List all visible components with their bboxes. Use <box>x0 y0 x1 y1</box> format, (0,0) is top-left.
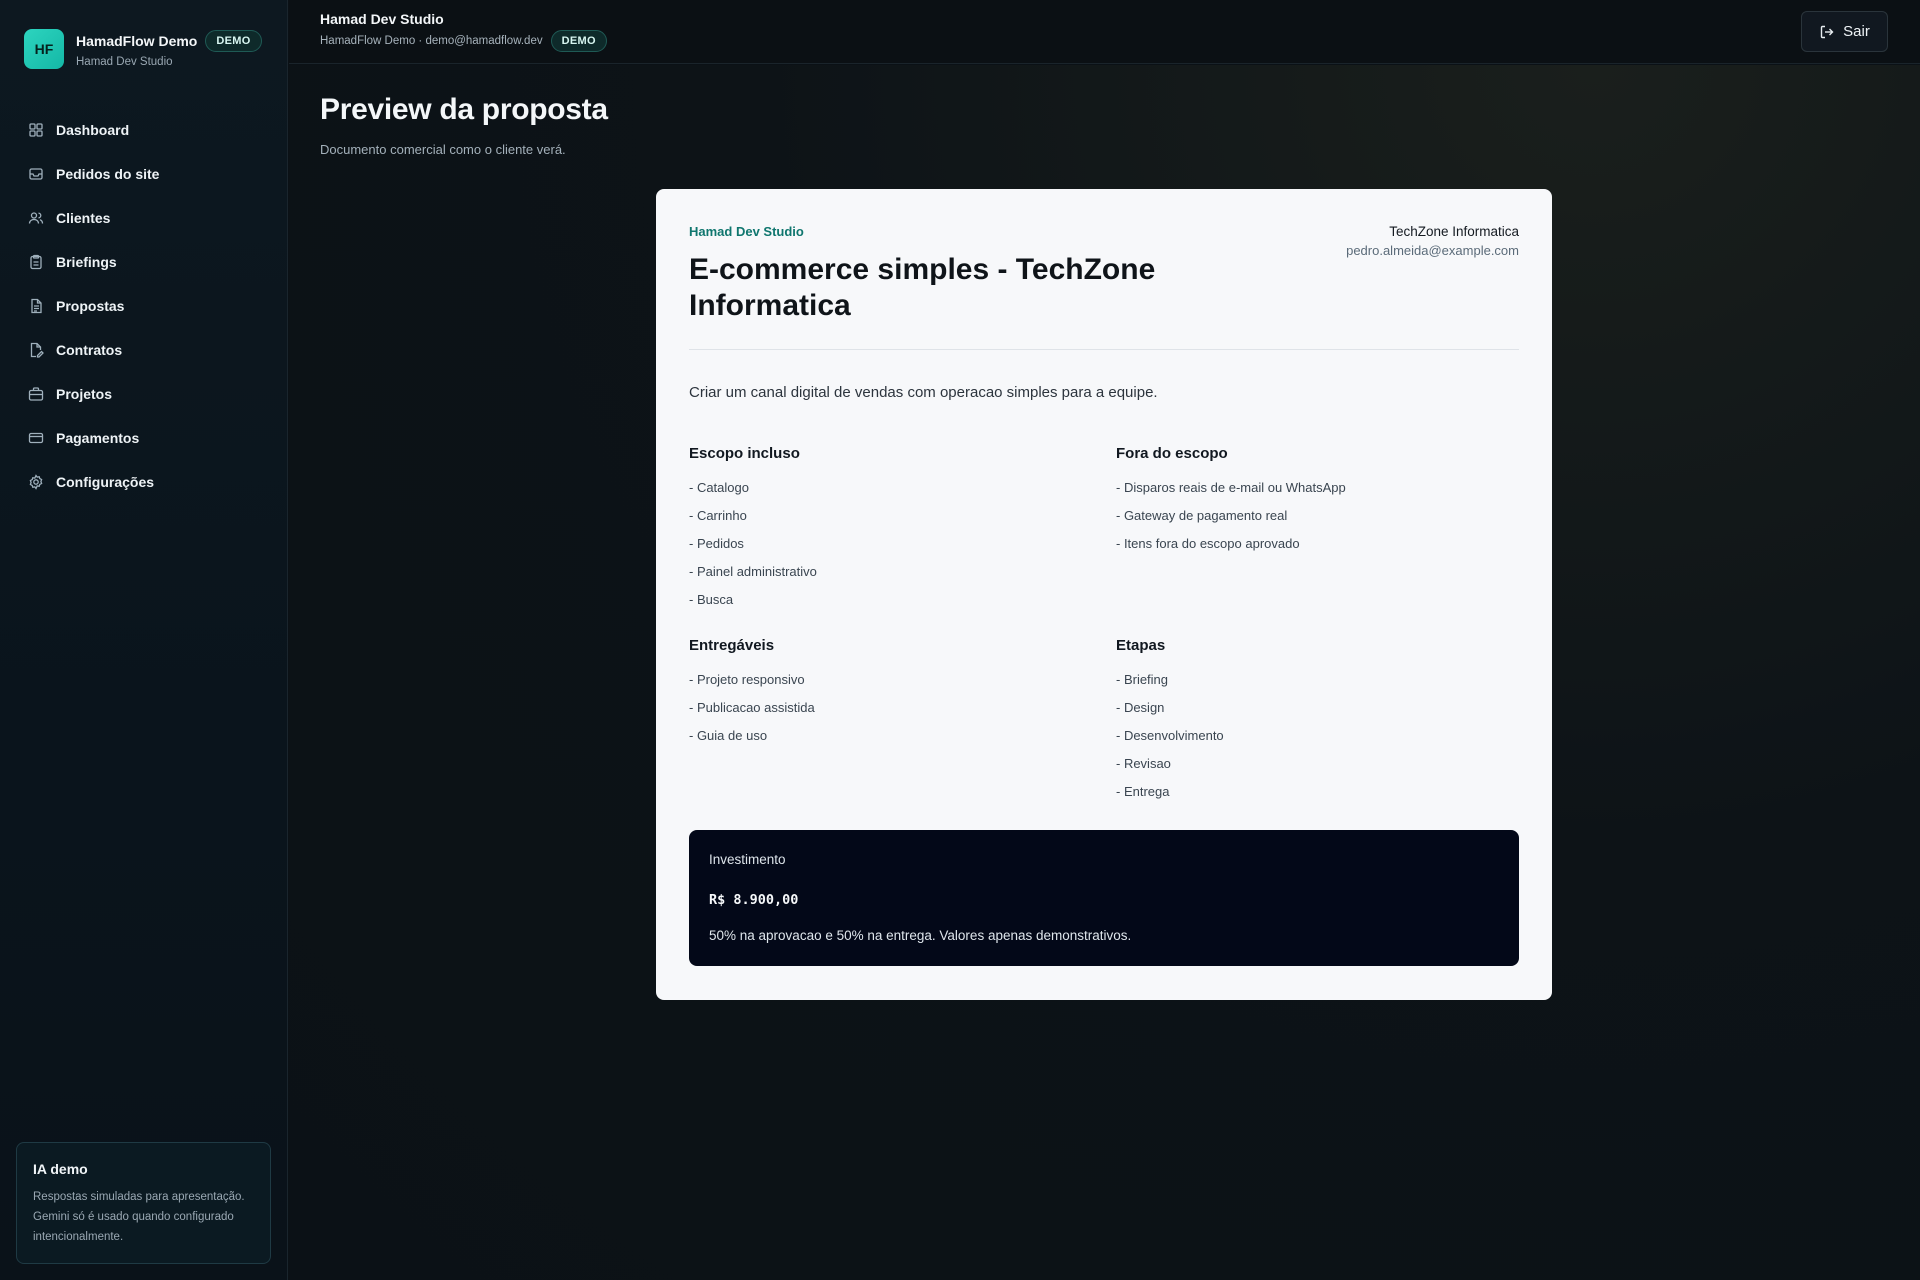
list-item: - Carrinho <box>689 508 747 523</box>
divider <box>689 349 1519 350</box>
sidebar-item-label: Pagamentos <box>56 430 140 446</box>
sidebar-item-pedidos[interactable]: Pedidos do site <box>0 152 288 196</box>
scope-included-section: Escopo incluso - Catalogo - Carrinho - P… <box>689 445 817 614</box>
client-email: pedro.almeida@example.com <box>1346 243 1519 258</box>
main-content: Preview da proposta Documento comercial … <box>289 65 1920 1280</box>
sidebar: HF HamadFlow Demo DEMO Hamad Dev Studio … <box>0 0 288 1280</box>
brand-logo: HF <box>24 29 64 69</box>
investment-note: 50% na aprovacao e 50% na entrega. Valor… <box>709 928 1132 943</box>
sidebar-item-configuracoes[interactable]: Configurações <box>0 460 288 504</box>
stages-section: Etapas - Briefing - Design - Desenvolvim… <box>1116 637 1224 806</box>
list-item: - Disparos reais de e-mail ou WhatsApp <box>1116 480 1346 495</box>
sidebar-item-dashboard[interactable]: Dashboard <box>0 108 288 152</box>
page-title: Preview da proposta <box>320 93 608 126</box>
sidebar-item-label: Dashboard <box>56 122 130 138</box>
ai-demo-card: IA demo Respostas simuladas para apresen… <box>16 1142 271 1264</box>
briefcase-icon <box>28 386 44 402</box>
inbox-icon <box>28 166 44 182</box>
list-item: - Pedidos <box>689 536 744 551</box>
list-item: - Publicacao assistida <box>689 700 815 715</box>
logout-label: Sair <box>1843 23 1870 40</box>
deliverables-section: Entregáveis - Projeto responsivo - Publi… <box>689 637 815 750</box>
ai-card-text: Respostas simuladas para apresentação. G… <box>33 1191 245 1243</box>
credit-card-icon <box>28 430 44 446</box>
list-item: - Briefing <box>1116 672 1169 687</box>
proposal-studio: Hamad Dev Studio <box>689 224 804 239</box>
investment-label: Investimento <box>709 852 786 867</box>
section-title: Fora do escopo <box>1116 445 1228 462</box>
logout-button[interactable]: Sair <box>1801 11 1888 52</box>
list-item: - Design <box>1116 700 1165 715</box>
file-text-icon <box>28 298 44 314</box>
clipboard-icon <box>28 254 44 270</box>
sidebar-item-clientes[interactable]: Clientes <box>0 196 288 240</box>
list-item: - Busca <box>689 592 734 607</box>
sidebar-item-label: Clientes <box>56 210 111 226</box>
list-item: - Catalogo <box>689 480 749 495</box>
sidebar-item-projetos[interactable]: Projetos <box>0 372 288 416</box>
sidebar-item-briefings[interactable]: Briefings <box>0 240 288 284</box>
logout-icon <box>1819 24 1835 40</box>
investment-value: R$ 8.900,00 <box>709 892 799 908</box>
sidebar-nav: Dashboard Pedidos do site Clientes Brief… <box>0 108 288 504</box>
demo-badge: DEMO <box>205 30 262 52</box>
sidebar-item-propostas[interactable]: Propostas <box>0 284 288 328</box>
sidebar-item-label: Contratos <box>56 342 123 358</box>
section-title: Escopo incluso <box>689 445 800 462</box>
list-item: - Itens fora do escopo aprovado <box>1116 536 1300 551</box>
file-pen-icon <box>28 342 44 358</box>
grid-icon <box>28 122 44 138</box>
list-item: - Painel administrativo <box>689 564 817 579</box>
list-item: - Entrega <box>1116 784 1170 799</box>
list-item: - Desenvolvimento <box>1116 728 1224 743</box>
header-subtitle: HamadFlow Demo · demo@hamadflow.dev <box>320 35 543 47</box>
users-icon <box>28 210 44 226</box>
page-subtitle: Documento comercial como o cliente verá. <box>320 142 566 157</box>
list-item: - Gateway de pagamento real <box>1116 508 1288 523</box>
list-item: - Revisao <box>1116 756 1171 771</box>
proposal-document: Hamad Dev Studio E-commerce simples - Te… <box>656 189 1552 1000</box>
section-title: Etapas <box>1116 637 1166 654</box>
sidebar-item-label: Propostas <box>56 298 125 314</box>
scope-excluded-section: Fora do escopo - Disparos reais de e-mai… <box>1116 445 1346 558</box>
brand-name: HamadFlow Demo <box>76 33 198 49</box>
proposal-client: TechZone Informatica pedro.almeida@examp… <box>1346 224 1519 258</box>
list-item: - Projeto responsivo <box>689 672 805 687</box>
sidebar-item-label: Configurações <box>56 474 155 490</box>
brand-subtitle: Hamad Dev Studio <box>76 56 173 68</box>
investment-box: Investimento R$ 8.900,00 50% na aprovaca… <box>689 830 1519 966</box>
sidebar-item-pagamentos[interactable]: Pagamentos <box>0 416 288 460</box>
ai-card-title: IA demo <box>33 1161 88 1177</box>
sidebar-item-label: Projetos <box>56 386 113 402</box>
brand[interactable]: HF HamadFlow Demo DEMO Hamad Dev Studio <box>24 29 262 69</box>
top-header: Hamad Dev Studio HamadFlow Demo · demo@h… <box>289 0 1920 64</box>
gear-icon <box>28 474 44 490</box>
header-title: Hamad Dev Studio <box>320 11 444 27</box>
client-name: TechZone Informatica <box>1389 224 1519 239</box>
section-title: Entregáveis <box>689 637 775 654</box>
proposal-summary: Criar um canal digital de vendas com ope… <box>689 384 1158 401</box>
list-item: - Guia de uso <box>689 728 768 743</box>
demo-badge: DEMO <box>550 30 607 52</box>
sidebar-item-label: Pedidos do site <box>56 166 160 182</box>
sidebar-item-label: Briefings <box>56 254 117 270</box>
sidebar-item-contratos[interactable]: Contratos <box>0 328 288 372</box>
proposal-title: E-commerce simples - TechZone Informatic… <box>689 253 1156 322</box>
